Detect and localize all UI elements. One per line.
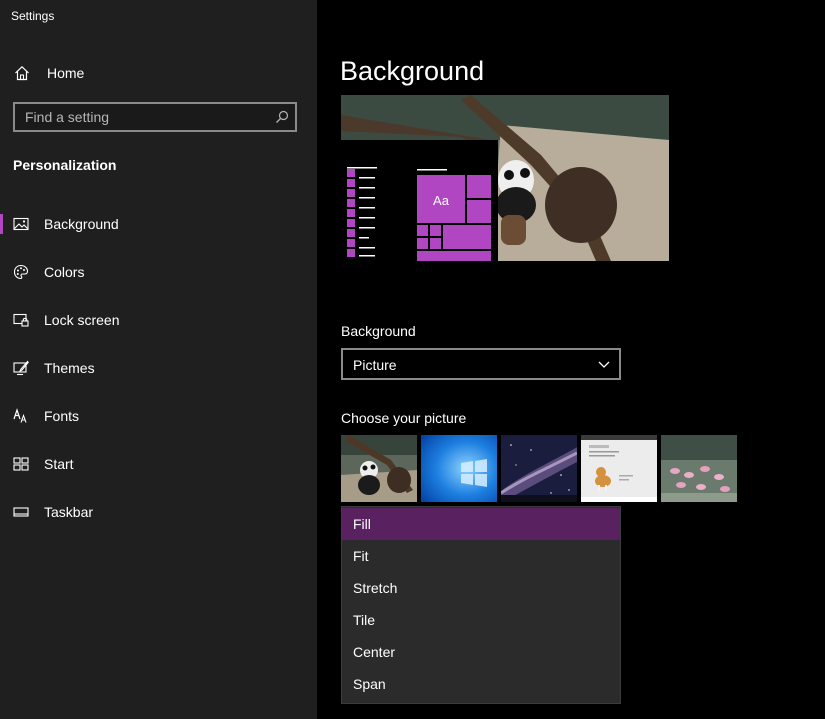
fit-options-menu: Fill Fit Stretch Tile Center Span bbox=[341, 506, 621, 704]
choose-picture-label: Choose your picture bbox=[341, 410, 467, 426]
themes-icon bbox=[13, 360, 29, 376]
windows-logo-thumbnail[interactable] bbox=[421, 435, 497, 502]
menu-item-tile[interactable]: Tile bbox=[342, 604, 620, 636]
menu-item-stretch[interactable]: Stretch bbox=[342, 572, 620, 604]
search-input[interactable] bbox=[15, 104, 275, 130]
sidebar-item-start[interactable]: Start bbox=[0, 444, 317, 484]
home-icon bbox=[15, 65, 29, 81]
app-title: Settings bbox=[11, 9, 55, 23]
sidebar-item-background[interactable]: Background bbox=[0, 204, 317, 244]
sidebar: Settings Home Personalization Background… bbox=[0, 0, 317, 719]
background-label: Background bbox=[341, 323, 416, 339]
menu-item-center[interactable]: Center bbox=[342, 636, 620, 668]
menu-item-fill[interactable]: Fill bbox=[342, 508, 620, 540]
search-box[interactable] bbox=[13, 102, 297, 132]
flamingos-thumbnail[interactable] bbox=[661, 435, 737, 502]
lock-screen-icon bbox=[13, 313, 29, 327]
menu-item-label: Center bbox=[353, 644, 396, 660]
sidebar-item-fonts[interactable]: Fonts bbox=[0, 396, 317, 436]
sidebar-item-label: Taskbar bbox=[44, 504, 94, 520]
page-title: Background bbox=[340, 56, 485, 86]
background-type-value: Picture bbox=[353, 357, 397, 373]
menu-item-label: Span bbox=[353, 676, 386, 692]
start-icon bbox=[13, 457, 29, 471]
galaxy-thumbnail[interactable] bbox=[501, 435, 577, 502]
menu-item-label: Stretch bbox=[353, 580, 398, 596]
menu-item-span[interactable]: Span bbox=[342, 668, 620, 700]
panda-thumbnail[interactable] bbox=[341, 435, 417, 502]
section-heading: Personalization bbox=[13, 157, 117, 173]
palette-icon bbox=[13, 264, 29, 280]
sidebar-item-lock-screen[interactable]: Lock screen bbox=[0, 300, 317, 340]
sidebar-item-colors[interactable]: Colors bbox=[0, 252, 317, 292]
sidebar-item-label: Start bbox=[44, 456, 74, 472]
search-icon[interactable] bbox=[275, 110, 289, 124]
sidebar-item-taskbar[interactable]: Taskbar bbox=[0, 492, 317, 532]
home-nav-item[interactable]: Home bbox=[14, 62, 84, 84]
desktop-preview: Aa bbox=[341, 95, 669, 261]
home-label: Home bbox=[47, 65, 85, 81]
sidebar-item-themes[interactable]: Themes bbox=[0, 348, 317, 388]
sidebar-item-label: Themes bbox=[44, 360, 95, 376]
fonts-icon bbox=[13, 408, 27, 423]
menu-item-label: Fill bbox=[353, 516, 371, 532]
menu-item-fit[interactable]: Fit bbox=[342, 540, 620, 572]
background-type-dropdown[interactable]: Picture bbox=[341, 348, 621, 380]
sidebar-item-label: Background bbox=[44, 216, 119, 232]
sidebar-item-label: Colors bbox=[44, 264, 85, 280]
menu-item-label: Fit bbox=[353, 548, 369, 564]
preview-image: Aa bbox=[341, 95, 669, 261]
corgi-page-thumbnail[interactable] bbox=[581, 435, 657, 502]
chevron-down-icon bbox=[598, 361, 610, 368]
menu-item-label: Tile bbox=[353, 612, 376, 628]
preview-tile-text: Aa bbox=[433, 193, 450, 208]
sidebar-item-label: Lock screen bbox=[44, 312, 120, 328]
sidebar-item-label: Fonts bbox=[44, 408, 80, 424]
taskbar-icon bbox=[13, 507, 29, 517]
picture-icon bbox=[13, 217, 29, 231]
